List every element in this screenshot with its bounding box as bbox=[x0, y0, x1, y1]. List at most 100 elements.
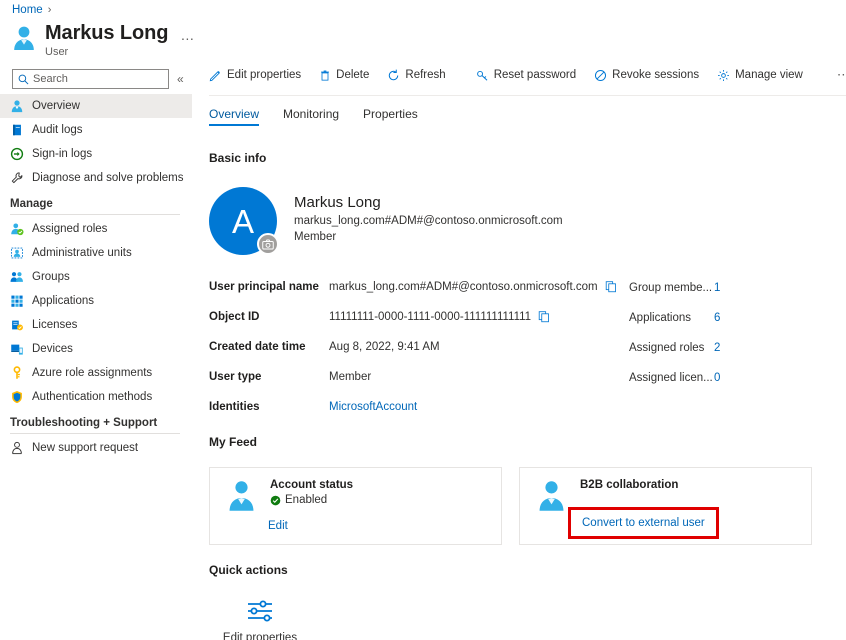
sidebar-item-label: Azure role assignments bbox=[32, 367, 152, 379]
property-row-user-type: User type Member bbox=[209, 365, 629, 388]
wrench-icon bbox=[10, 171, 24, 185]
my-feed-cards: Account status Enabled Edit bbox=[209, 467, 846, 545]
sidebar-item-sign-in-logs[interactable]: Sign-in logs bbox=[0, 142, 192, 166]
edit-properties-button[interactable]: Edit properties bbox=[209, 69, 310, 82]
revoke-sessions-button[interactable]: Revoke sessions bbox=[594, 69, 708, 82]
search-box[interactable] bbox=[12, 69, 169, 89]
property-row-object-id: Object ID 11111111-0000-1111-0000-111111… bbox=[209, 305, 629, 328]
sidebar-item-label: Groups bbox=[32, 271, 70, 283]
sidebar-item-azure-role-assignments[interactable]: Azure role assignments bbox=[0, 361, 192, 385]
sidebar-item-applications[interactable]: Applications bbox=[0, 289, 192, 313]
sidebar-item-licenses[interactable]: Licenses bbox=[0, 313, 192, 337]
identity-block: A Markus Long markus_long.com#ADM#@conto… bbox=[209, 187, 846, 255]
stat-value[interactable]: 2 bbox=[714, 342, 720, 354]
stat-value[interactable]: 6 bbox=[714, 312, 720, 324]
sidebar-item-label: Audit logs bbox=[32, 124, 83, 136]
sidebar-item-groups[interactable]: Groups bbox=[0, 265, 192, 289]
copy-icon[interactable] bbox=[538, 310, 550, 323]
stat-value[interactable]: 0 bbox=[714, 372, 720, 384]
card-title: B2B collaboration bbox=[580, 479, 678, 491]
stats-list: Group membe... 1 Applications 6 Assigned… bbox=[629, 275, 819, 425]
sidebar-item-administrative-units[interactable]: Administrative units bbox=[0, 241, 192, 265]
delete-button[interactable]: Delete bbox=[319, 69, 378, 82]
sidebar-item-label: Sign-in logs bbox=[32, 148, 92, 160]
delete-label: Delete bbox=[336, 69, 369, 81]
tab-overview[interactable]: Overview bbox=[209, 107, 259, 126]
card-header: Account status Enabled bbox=[226, 479, 501, 512]
command-overflow-button[interactable]: ⋯ bbox=[833, 67, 846, 83]
property-value: Member bbox=[329, 371, 371, 383]
sidebar-item-authentication-methods[interactable]: Authentication methods bbox=[0, 385, 192, 409]
book-icon bbox=[10, 123, 24, 137]
sidebar-divider bbox=[10, 433, 180, 434]
sidebar-item-new-support-request[interactable]: New support request bbox=[0, 436, 192, 460]
search-input[interactable] bbox=[33, 73, 163, 85]
user-avatar-icon bbox=[12, 25, 36, 51]
card-title: Account status bbox=[270, 479, 353, 491]
stat-label: Assigned roles bbox=[629, 342, 714, 354]
identity-user-type: Member bbox=[294, 229, 563, 245]
status-text: Enabled bbox=[285, 494, 327, 506]
property-value-text: markus_long.com#ADM#@contoso.onmicrosoft… bbox=[329, 281, 598, 293]
sidebar-nav: Overview Audit logs Sign-in logs Diagnos… bbox=[0, 94, 192, 460]
user-icon bbox=[10, 99, 24, 113]
search-icon bbox=[18, 74, 29, 85]
page-header: Markus Long … User bbox=[12, 22, 195, 58]
sidebar-item-label: Applications bbox=[32, 295, 94, 307]
command-bar-divider bbox=[209, 95, 846, 96]
property-value-link[interactable]: MicrosoftAccount bbox=[329, 401, 417, 413]
block-icon bbox=[594, 69, 607, 82]
main-content: Edit properties Delete Refresh bbox=[209, 62, 846, 640]
change-photo-button[interactable] bbox=[257, 233, 279, 255]
sidebar-section-troubleshooting-support: Troubleshooting + Support bbox=[0, 409, 192, 433]
property-label: Identities bbox=[209, 401, 329, 413]
basic-info-heading: Basic info bbox=[209, 151, 846, 165]
manage-view-label: Manage view bbox=[735, 69, 803, 81]
tab-monitoring[interactable]: Monitoring bbox=[283, 107, 339, 126]
administrative-units-icon bbox=[10, 246, 24, 260]
reset-password-button[interactable]: Reset password bbox=[476, 69, 585, 82]
refresh-label: Refresh bbox=[405, 69, 445, 81]
license-icon bbox=[10, 318, 24, 332]
property-value-text: 11111111-0000-1111-0000-111111111111 bbox=[329, 311, 531, 323]
card-account-status: Account status Enabled Edit bbox=[209, 467, 502, 545]
copy-icon[interactable] bbox=[605, 280, 617, 293]
card-b2b-collaboration: B2B collaboration Convert to external us… bbox=[519, 467, 812, 545]
breadcrumb: Home › bbox=[12, 4, 51, 16]
manage-view-button[interactable]: Manage view bbox=[717, 69, 812, 82]
sidebar-item-overview[interactable]: Overview bbox=[0, 94, 192, 118]
property-value: 11111111-0000-1111-0000-111111111111 bbox=[329, 310, 550, 323]
breadcrumb-home[interactable]: Home bbox=[12, 4, 43, 16]
refresh-button[interactable]: Refresh bbox=[387, 69, 454, 82]
groups-icon bbox=[10, 270, 24, 284]
quick-action-edit-properties[interactable]: Edit properties bbox=[221, 599, 299, 640]
sidebar-item-label: Assigned roles bbox=[32, 223, 107, 235]
property-label: User type bbox=[209, 371, 329, 383]
page-title-more-button[interactable]: … bbox=[180, 24, 195, 42]
user-icon bbox=[536, 479, 567, 512]
collapse-sidebar-button[interactable]: « bbox=[177, 73, 184, 85]
tab-properties[interactable]: Properties bbox=[363, 107, 418, 126]
sidebar-item-label: Overview bbox=[32, 100, 80, 112]
sidebar-item-devices[interactable]: Devices bbox=[0, 337, 192, 361]
sidebar-item-assigned-roles[interactable]: Assigned roles bbox=[0, 217, 192, 241]
stat-row-assigned-licenses: Assigned licen... 0 bbox=[629, 366, 819, 389]
pencil-icon bbox=[209, 69, 222, 82]
sidebar-item-label: Licenses bbox=[32, 319, 77, 331]
property-label: User principal name bbox=[209, 281, 329, 293]
command-bar: Edit properties Delete Refresh bbox=[209, 62, 846, 88]
sidebar-item-audit-logs[interactable]: Audit logs bbox=[0, 118, 192, 142]
property-value: Aug 8, 2022, 9:41 AM bbox=[329, 341, 440, 353]
key-icon bbox=[10, 366, 24, 380]
properties-list: User principal name markus_long.com#ADM#… bbox=[209, 275, 629, 425]
stat-value[interactable]: 1 bbox=[714, 282, 720, 294]
edit-link[interactable]: Edit bbox=[268, 520, 288, 532]
quick-actions-heading: Quick actions bbox=[209, 563, 846, 577]
sidebar-item-diagnose-and-solve-problems[interactable]: Diagnose and solve problems bbox=[0, 166, 192, 190]
sidebar-divider bbox=[10, 214, 180, 215]
convert-to-external-user-link[interactable]: Convert to external user bbox=[568, 507, 719, 539]
property-label: Object ID bbox=[209, 311, 329, 323]
properties-section: User principal name markus_long.com#ADM#… bbox=[209, 275, 846, 425]
stat-label: Assigned licen... bbox=[629, 372, 714, 384]
sidebar-item-label: Devices bbox=[32, 343, 73, 355]
